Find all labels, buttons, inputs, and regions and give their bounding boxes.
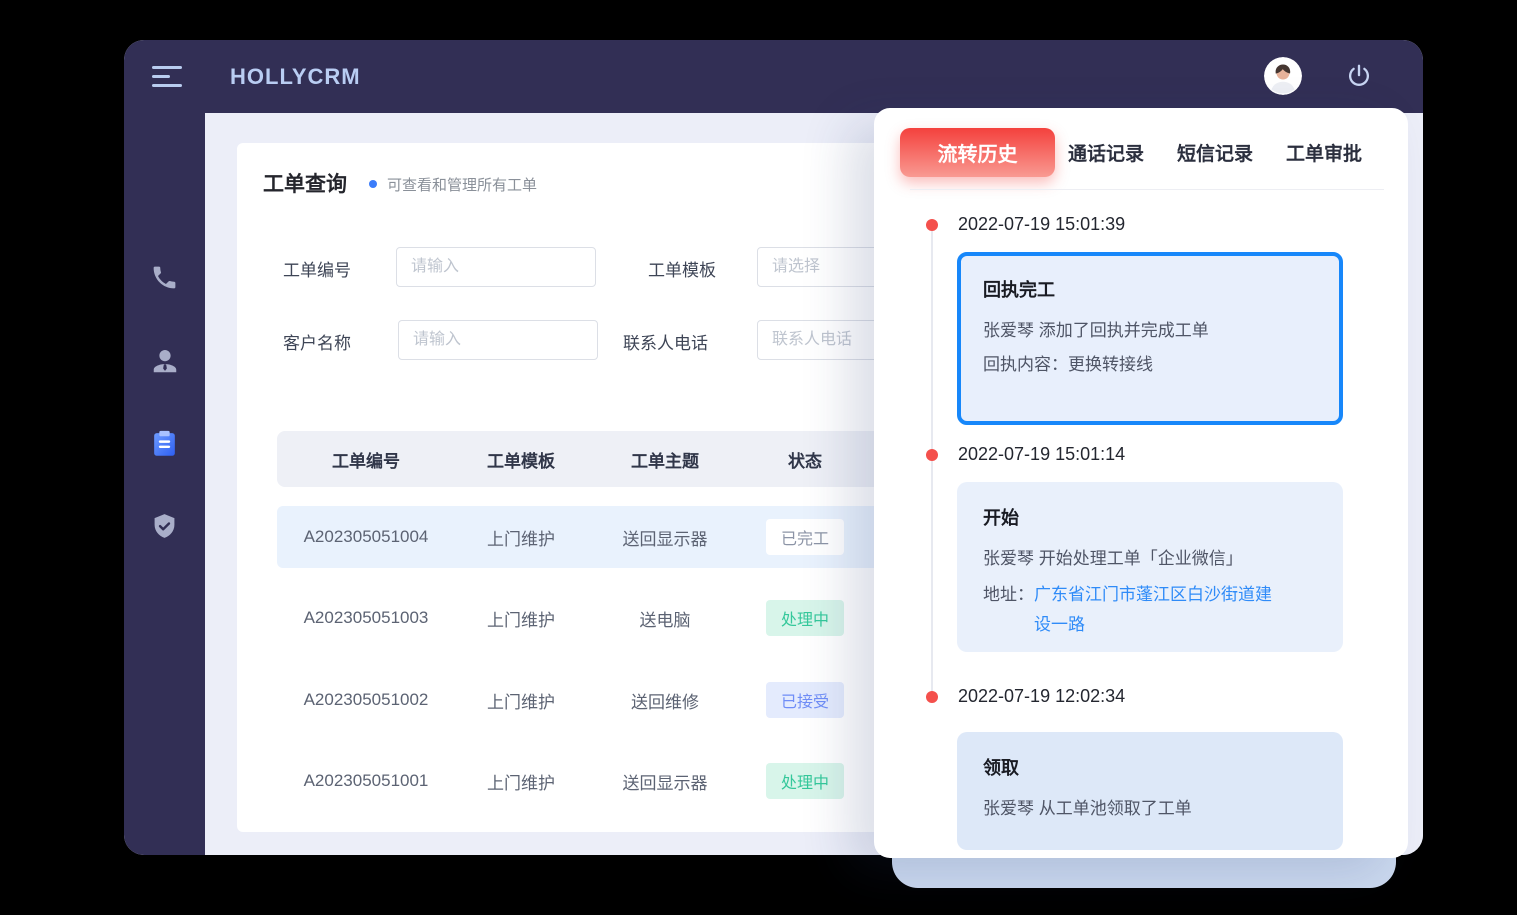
top-bar: HOLLYCRM — [124, 40, 1423, 113]
timeline-timestamp: 2022-07-19 12:02:34 — [958, 686, 1125, 707]
page-subtitle: 可查看和管理所有工单 — [387, 174, 537, 195]
security-shield-icon — [150, 512, 179, 546]
timeline-timestamp: 2022-07-19 15:01:14 — [958, 444, 1125, 465]
tab-sms-records[interactable]: 短信记录 — [1177, 139, 1253, 166]
col-header-subject: 工单主题 — [587, 447, 743, 472]
power-icon[interactable] — [1345, 62, 1373, 90]
cell-template: 上门维护 — [455, 688, 587, 713]
timeline-card-title: 回执完工 — [983, 276, 1317, 302]
tab-call-records[interactable]: 通话记录 — [1068, 139, 1144, 166]
screenshot-stage: HOLLYCRM — [0, 0, 1517, 915]
workorder-clipboard-icon — [149, 428, 180, 464]
history-panel: 流转历史 通话记录 短信记录 工单审批 2022-07-19 15:01:39 … — [874, 108, 1408, 858]
sidebar-item-calls[interactable] — [148, 265, 182, 295]
cell-template: 上门维护 — [455, 606, 587, 631]
cell-order-id: A202305051001 — [277, 771, 455, 791]
sidebar-item-contacts[interactable] — [148, 348, 182, 378]
timeline-card-line: 张爱琴 添加了回执并完成工单 — [983, 314, 1317, 348]
timeline-card-completed[interactable]: 回执完工 张爱琴 添加了回执并完成工单 回执内容：更换转接线 — [957, 252, 1343, 425]
menu-icon[interactable] — [152, 66, 184, 87]
cell-order-id: A202305051003 — [277, 608, 455, 628]
sidebar-nav — [124, 113, 205, 855]
timeline-timestamp: 2022-07-19 15:01:39 — [958, 214, 1125, 235]
timeline-card-claimed[interactable]: 领取 张爱琴 从工单池领取了工单 — [957, 732, 1343, 850]
status-badge: 处理中 — [766, 600, 844, 636]
field-label-template: 工单模板 — [648, 256, 716, 281]
contact-icon — [150, 346, 180, 381]
address-link[interactable]: 广东省江门市蓬江区白沙街道建设一路 — [1034, 580, 1274, 640]
sidebar-item-security[interactable] — [148, 514, 182, 544]
app-logo: HOLLYCRM — [230, 64, 361, 90]
tab-workorder-approval[interactable]: 工单审批 — [1286, 139, 1362, 166]
timeline-dot-icon — [926, 219, 938, 231]
timeline-entry-time: 2022-07-19 12:02:34 — [926, 686, 1125, 707]
cell-subject: 送回显示器 — [587, 769, 743, 794]
address-label: 地址： — [983, 580, 1034, 640]
cell-template: 上门维护 — [455, 769, 587, 794]
timeline-line — [931, 230, 933, 702]
field-label-customer: 客户名称 — [283, 329, 351, 354]
col-header-order-id: 工单编号 — [277, 447, 455, 472]
status-badge: 处理中 — [766, 763, 844, 799]
col-header-status: 状态 — [743, 447, 867, 472]
timeline-card-title: 领取 — [983, 754, 1317, 780]
field-label-order-id: 工单编号 — [283, 256, 351, 281]
timeline-dot-icon — [926, 691, 938, 703]
cell-order-id: A202305051002 — [277, 690, 455, 710]
cell-order-id: A202305051004 — [277, 527, 455, 547]
timeline-dot-icon — [926, 449, 938, 461]
tabs-divider — [910, 189, 1384, 190]
col-header-template: 工单模板 — [455, 447, 587, 472]
title-dot-icon — [369, 180, 377, 188]
status-badge: 已完工 — [766, 519, 844, 555]
timeline-card-title: 开始 — [983, 504, 1317, 530]
cell-subject: 送回维修 — [587, 688, 743, 713]
timeline-entry-time: 2022-07-19 15:01:39 — [926, 214, 1125, 235]
cell-template: 上门维护 — [455, 525, 587, 550]
customer-name-input[interactable] — [398, 320, 598, 360]
timeline-card-line: 张爱琴 开始处理工单「企业微信」 — [983, 542, 1317, 576]
timeline-entry-time: 2022-07-19 15:01:14 — [926, 444, 1125, 465]
timeline-address-row: 地址： 广东省江门市蓬江区白沙街道建设一路 — [983, 580, 1317, 640]
panel-tabs: 流转历史 通话记录 短信记录 工单审批 — [900, 128, 1388, 177]
field-label-contact-phone: 联系人电话 — [623, 329, 708, 354]
timeline-card-line: 张爱琴 从工单池领取了工单 — [983, 792, 1317, 826]
timeline-card-start[interactable]: 开始 张爱琴 开始处理工单「企业微信」 地址： 广东省江门市蓬江区白沙街道建设一… — [957, 482, 1343, 652]
sidebar-item-workorders[interactable] — [148, 431, 182, 461]
page-header: 工单查询 可查看和管理所有工单 — [263, 168, 537, 198]
status-badge: 已接受 — [766, 682, 844, 718]
timeline-card-line: 回执内容：更换转接线 — [983, 348, 1317, 382]
phone-icon — [150, 263, 179, 297]
page-title: 工单查询 — [263, 168, 347, 198]
tab-transfer-history[interactable]: 流转历史 — [900, 128, 1055, 177]
cell-subject: 送电脑 — [587, 606, 743, 631]
cell-subject: 送回显示器 — [587, 525, 743, 550]
avatar[interactable] — [1264, 57, 1302, 95]
order-id-input[interactable] — [396, 247, 596, 287]
